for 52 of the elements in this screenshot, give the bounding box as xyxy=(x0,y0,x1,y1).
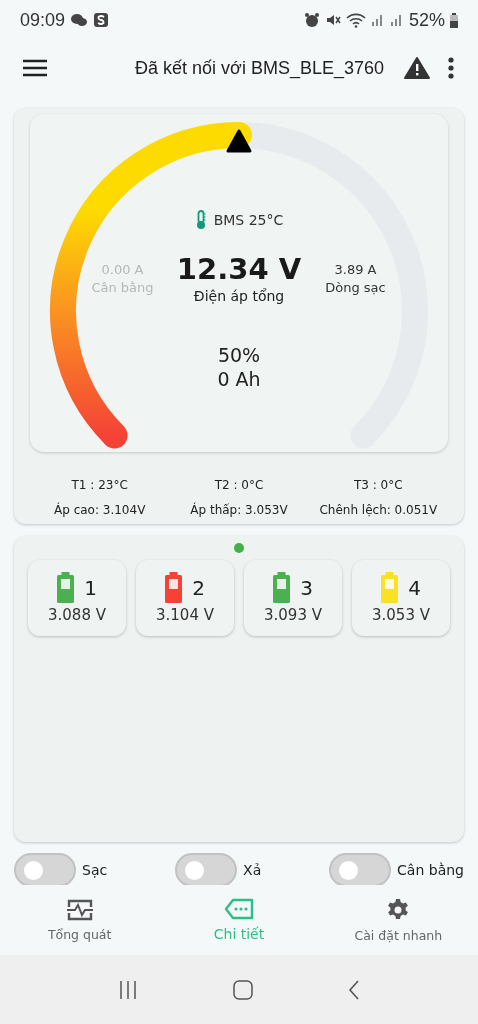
toggle-switch[interactable] xyxy=(14,853,76,885)
balance-current: 0.00 A xyxy=(101,262,144,277)
cell-number: 2 xyxy=(192,575,205,600)
stat-text: Chênh lệch: 0.051V xyxy=(319,503,438,517)
stat-text: T1 : 23°C xyxy=(71,478,128,492)
wifi-icon xyxy=(345,12,366,28)
toggle-switch[interactable] xyxy=(175,853,238,885)
pulse-icon xyxy=(66,898,93,921)
cell-voltage: 3.093 V xyxy=(264,606,322,624)
gauge-pointer xyxy=(226,129,252,153)
toggle-label: Xả xyxy=(243,862,262,878)
cell-number: 1 xyxy=(84,575,97,600)
toggle-switch[interactable] xyxy=(329,853,392,885)
cell-number: 3 xyxy=(300,575,313,600)
status-time: 09:09 xyxy=(20,9,66,31)
battery-percent: 52% xyxy=(408,9,445,31)
nav-tab[interactable]: Cài đặt nhanh xyxy=(318,885,478,955)
signal-icon xyxy=(389,13,404,27)
connection-title: Đã kết nối với BMS_BLE_3760 xyxy=(134,57,384,79)
page-dot xyxy=(234,543,244,553)
signal-icon xyxy=(370,13,385,27)
total-voltage: 12.34 V xyxy=(176,252,302,286)
settings-icon xyxy=(386,897,411,922)
cell-voltage: 3.104 V xyxy=(156,606,214,624)
warning-icon[interactable] xyxy=(404,57,430,79)
tag-icon xyxy=(224,898,254,920)
back-icon[interactable] xyxy=(348,979,361,1000)
app-icon xyxy=(93,12,110,28)
battery-icon xyxy=(450,12,458,28)
cell-number: 4 xyxy=(408,575,421,600)
recent-apps-icon[interactable] xyxy=(117,980,138,999)
cell-voltage: 3.053 V xyxy=(372,606,430,624)
charge-current: 3.89 A xyxy=(334,262,377,277)
balance-label: Cân bằng xyxy=(91,280,154,295)
bms-temperature: BMS 25°C xyxy=(213,212,284,228)
stat-text: T3 : 0°C xyxy=(354,478,403,492)
toggle-label: Sạc xyxy=(82,862,108,878)
thermometer-icon xyxy=(194,210,207,230)
total-voltage-label: Điện áp tổng xyxy=(193,288,285,304)
stat-text: Áp cao: 3.104V xyxy=(54,503,146,517)
charge-percent: 50% xyxy=(217,344,261,366)
home-icon[interactable] xyxy=(233,979,253,1000)
nav-tab[interactable]: Tổng quát xyxy=(0,885,160,955)
more-icon[interactable] xyxy=(448,57,454,79)
menu-icon[interactable] xyxy=(23,59,47,77)
charge-current-label: Dòng sạc xyxy=(325,280,386,295)
stat-text: T2 : 0°C xyxy=(214,478,264,492)
cell-voltage: 3.088 V xyxy=(48,606,106,624)
capacity-value: 0 Ah xyxy=(217,368,261,390)
mute-icon xyxy=(324,12,341,28)
toggle-label: Cân bằng xyxy=(397,862,464,878)
stat-text: Áp thấp: 3.053V xyxy=(190,503,288,517)
